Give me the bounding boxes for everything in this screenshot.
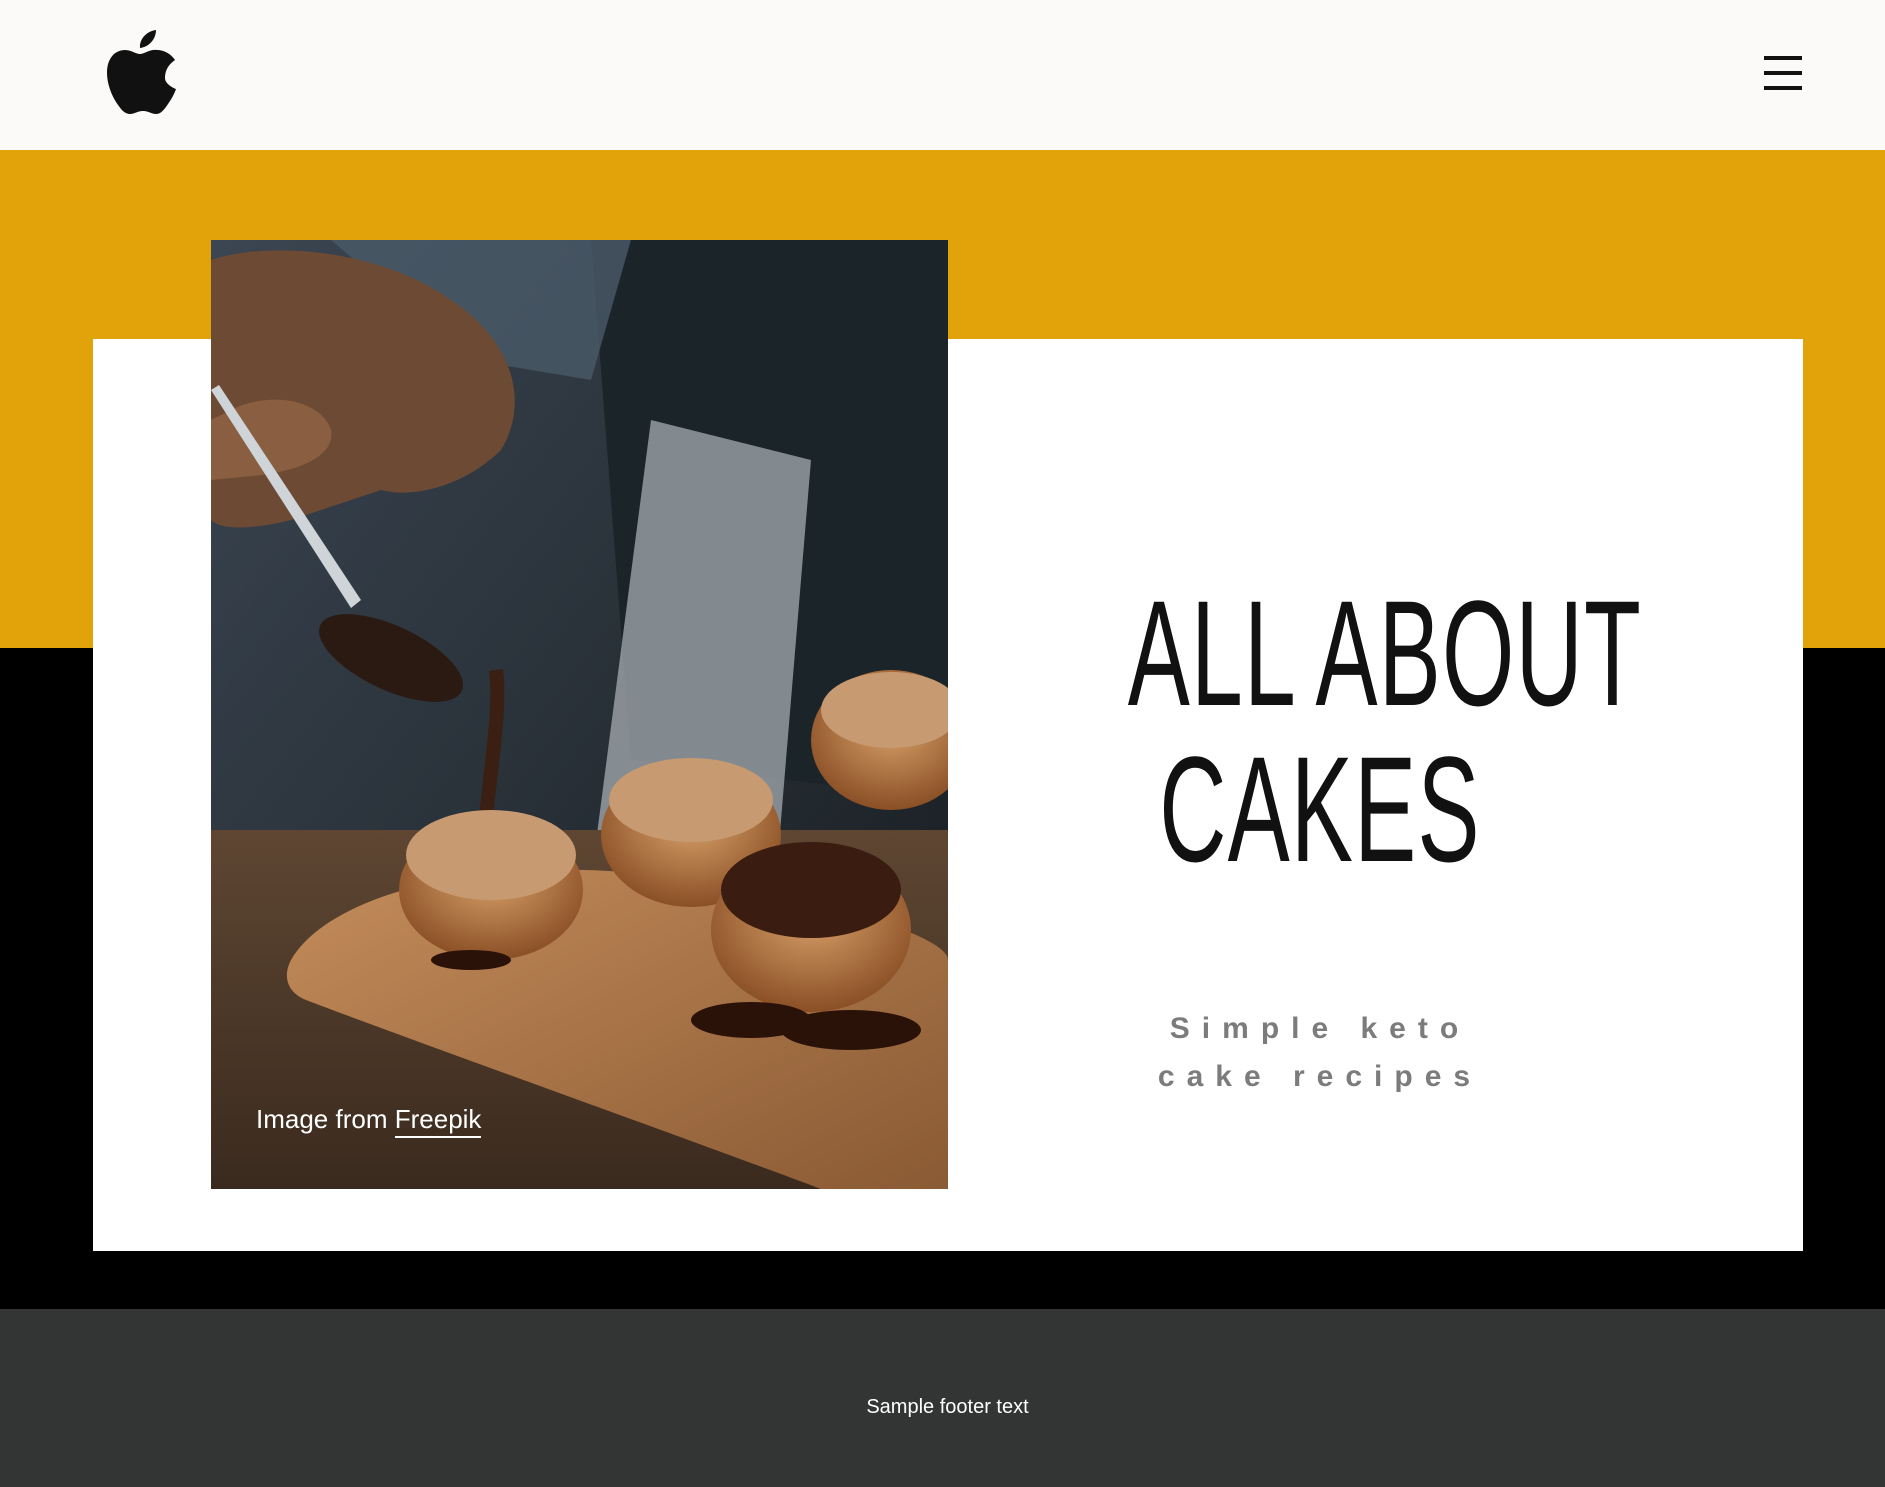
image-credit: Image from Freepik (256, 1104, 482, 1138)
hero-title-line-1: ALL ABOUT (1127, 569, 1643, 737)
footer-text: Sample footer text (866, 1396, 1029, 1418)
hero-subtitle-line-2: cake recipes (1157, 1060, 1483, 1093)
hero-subtitle: Simple keto cake recipes (1050, 1005, 1590, 1101)
hero-title-line-2: CAKES (1159, 725, 1481, 893)
site-footer: Sample footer text (0, 1309, 1885, 1487)
freepik-link[interactable]: Freepik (394, 1104, 482, 1138)
hamburger-menu-icon[interactable] (1764, 54, 1804, 92)
hero-title: ALL ABOUT CAKES (1127, 569, 1643, 893)
image-credit-prefix: Image from (256, 1104, 388, 1134)
hero-subtitle-line-1: Simple keto (1169, 1012, 1471, 1045)
apple-logo-icon[interactable] (104, 30, 178, 120)
hero-photo: Image from Freepik (211, 240, 948, 1189)
site-header (0, 0, 1885, 150)
